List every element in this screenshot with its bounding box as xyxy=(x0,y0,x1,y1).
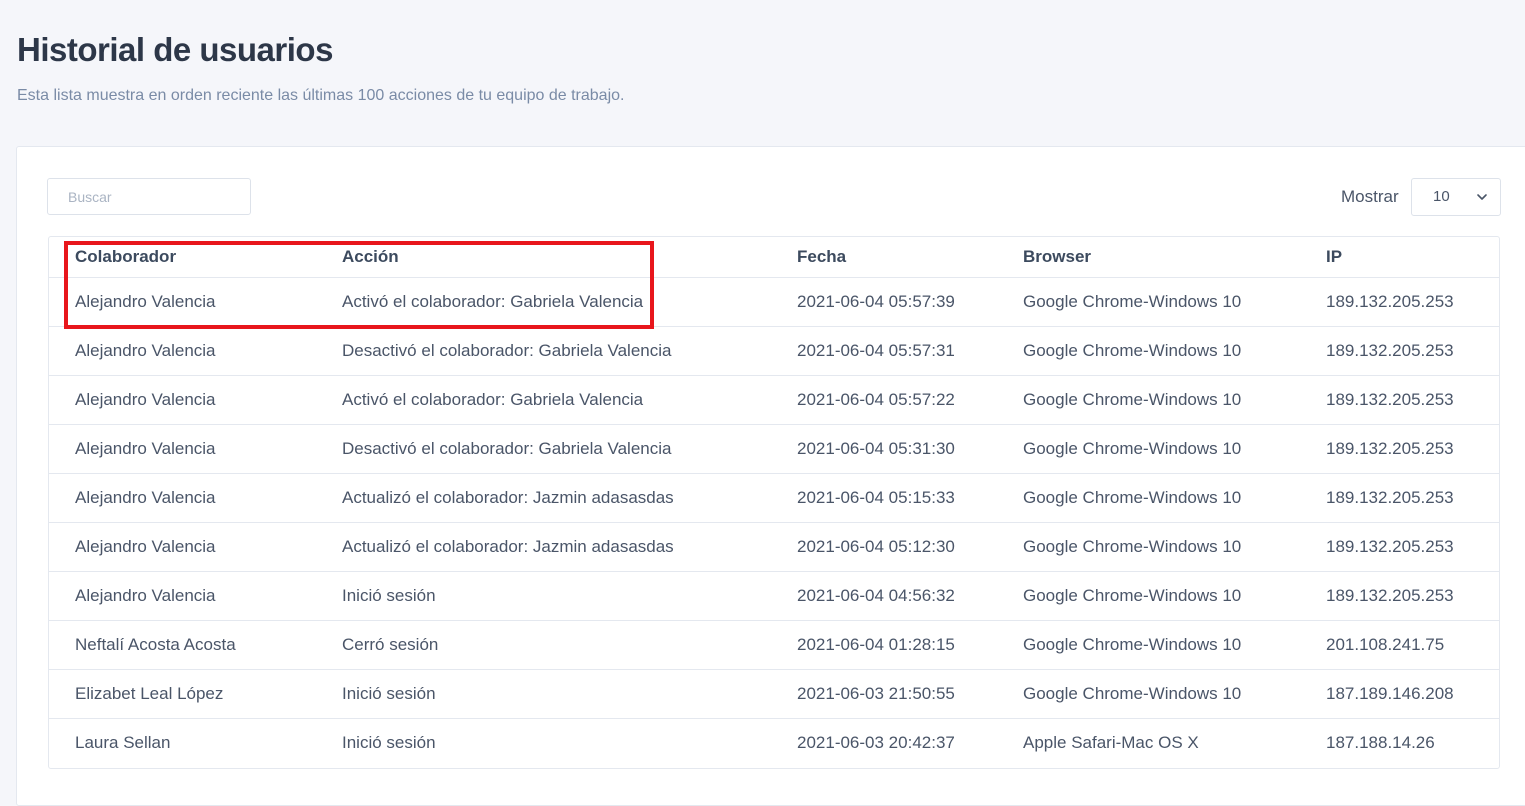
cell-ip: 189.132.205.253 xyxy=(1326,375,1499,425)
cell-ip: 187.188.14.26 xyxy=(1326,733,1435,752)
cell-accion: Activó el colaborador: Gabriela Valencia xyxy=(342,375,797,425)
cell-accion: Actualizó el colaborador: Jazmin adasasd… xyxy=(342,473,797,523)
cell-colaborador: Alejandro Valencia xyxy=(49,375,342,425)
page-size-value: 10 xyxy=(1433,188,1450,205)
cell-ip: 189.132.205.253 xyxy=(1326,326,1499,376)
cell-browser: Google Chrome-Windows 10 xyxy=(1023,571,1326,621)
cell-ip: 189.132.205.253 xyxy=(1326,522,1499,572)
show-label: Mostrar xyxy=(1341,187,1399,206)
table-row: Elizabet Leal López Inició sesión 2021-0… xyxy=(49,669,1499,719)
cell-browser: Google Chrome-Windows 10 xyxy=(1023,326,1326,376)
cell-accion: Inició sesión xyxy=(342,571,797,621)
cell-colaborador: Laura Sellan xyxy=(75,733,171,752)
cell-fecha: 2021-06-04 04:56:32 xyxy=(797,571,1023,621)
table-row: Alejandro Valencia Desactivó el colabora… xyxy=(49,424,1499,474)
column-header-ip[interactable]: IP xyxy=(1326,237,1499,278)
cell-accion: Activó el colaborador: Gabriela Valencia xyxy=(342,277,797,327)
cell-colaborador: Alejandro Valencia xyxy=(49,424,342,474)
cell-colaborador: Alejandro Valencia xyxy=(49,473,342,523)
table-row: Alejandro Valencia Desactivó el colabora… xyxy=(49,326,1499,376)
cell-accion: Inició sesión xyxy=(342,669,797,719)
cell-fecha: 2021-06-04 01:28:15 xyxy=(797,620,1023,670)
cell-fecha: 2021-06-03 20:42:37 xyxy=(797,733,955,752)
cell-colaborador: Neftalí Acosta Acosta xyxy=(49,620,342,670)
column-header-colaborador[interactable]: Colaborador xyxy=(49,237,342,278)
table-row: Alejandro Valencia Activó el colaborador… xyxy=(49,375,1499,425)
cell-ip: 189.132.205.253 xyxy=(1326,424,1499,474)
cell-fecha: 2021-06-04 05:12:30 xyxy=(797,522,1023,572)
cell-colaborador: Alejandro Valencia xyxy=(49,571,342,621)
cell-browser: Google Chrome-Windows 10 xyxy=(1023,620,1326,670)
column-header-accion[interactable]: Acción xyxy=(342,237,797,278)
cell-accion: Inició sesión xyxy=(342,733,436,752)
page-title: Historial de usuarios xyxy=(17,31,333,68)
cell-colaborador: Alejandro Valencia xyxy=(49,522,342,572)
cell-browser: Google Chrome-Windows 10 xyxy=(1023,473,1326,523)
page-size-select[interactable]: 10 xyxy=(1411,178,1501,216)
table-row: Alejandro Valencia Actualizó el colabora… xyxy=(49,522,1499,572)
cell-ip: 189.132.205.253 xyxy=(1326,473,1499,523)
table-header-row: Colaborador Acción Fecha Browser IP xyxy=(49,237,1499,278)
cell-browser: Google Chrome-Windows 10 xyxy=(1023,277,1326,327)
cell-browser: Google Chrome-Windows 10 xyxy=(1023,375,1326,425)
cell-ip: 189.132.205.253 xyxy=(1326,571,1499,621)
cell-fecha: 2021-06-04 05:15:33 xyxy=(797,473,1023,523)
cell-fecha: 2021-06-03 21:50:55 xyxy=(797,669,1023,719)
page-subtitle: Esta lista muestra en orden reciente las… xyxy=(17,87,625,104)
cell-accion: Actualizó el colaborador: Jazmin adasasd… xyxy=(342,522,797,572)
history-card: Mostrar 10 Colaborador Acción Fecha Brow… xyxy=(16,146,1525,806)
cell-colaborador: Elizabet Leal López xyxy=(49,669,342,719)
column-header-fecha[interactable]: Fecha xyxy=(797,237,1023,278)
cell-ip: 201.108.241.75 xyxy=(1326,620,1499,670)
cell-fecha: 2021-06-04 05:31:30 xyxy=(797,424,1023,474)
cell-browser: Apple Safari-Mac OS X xyxy=(1023,733,1199,752)
cell-fecha: 2021-06-04 05:57:22 xyxy=(797,375,1023,425)
cell-accion: Cerró sesión xyxy=(342,620,797,670)
cell-colaborador: Alejandro Valencia xyxy=(49,326,342,376)
cell-browser: Google Chrome-Windows 10 xyxy=(1023,424,1326,474)
search-input[interactable] xyxy=(47,178,251,215)
table-row: Laura Sellan Inició sesión 2021-06-03 20… xyxy=(49,719,1499,768)
cell-fecha: 2021-06-04 05:57:39 xyxy=(797,277,1023,327)
cell-accion: Desactivó el colaborador: Gabriela Valen… xyxy=(342,424,797,474)
cell-browser: Google Chrome-Windows 10 xyxy=(1023,669,1326,719)
table-row: Alejandro Valencia Inició sesión 2021-06… xyxy=(49,571,1499,621)
table-row: Neftalí Acosta Acosta Cerró sesión 2021-… xyxy=(49,620,1499,670)
table-row: Alejandro Valencia Actualizó el colabora… xyxy=(49,473,1499,523)
cell-ip: 189.132.205.253 xyxy=(1326,277,1499,327)
cell-fecha: 2021-06-04 05:57:31 xyxy=(797,326,1023,376)
column-header-browser[interactable]: Browser xyxy=(1023,237,1326,278)
table-row: Alejandro Valencia Activó el colaborador… xyxy=(49,277,1499,327)
cell-browser: Google Chrome-Windows 10 xyxy=(1023,522,1326,572)
history-table: Colaborador Acción Fecha Browser IP Alej… xyxy=(48,236,1500,769)
cell-accion: Desactivó el colaborador: Gabriela Valen… xyxy=(342,326,797,376)
chevron-down-icon xyxy=(1477,194,1487,200)
cell-colaborador: Alejandro Valencia xyxy=(49,277,342,327)
cell-ip: 187.189.146.208 xyxy=(1326,669,1499,719)
